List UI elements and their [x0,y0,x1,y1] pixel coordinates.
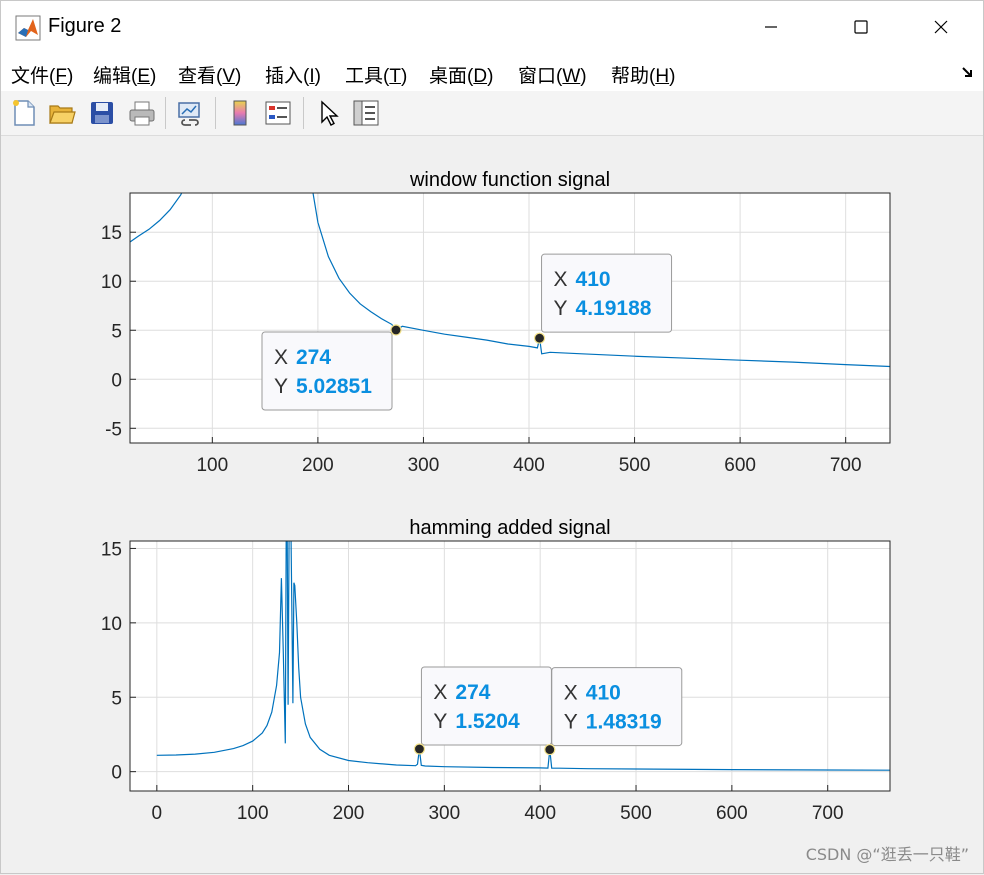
y-tick-label: 0 [111,370,122,391]
menu-view[interactable]: 查看(V) [178,61,241,88]
y-tick-label: 5 [111,321,122,342]
close-button[interactable] [921,11,961,43]
watermark-text: CSDN @“逛丢一只鞋” [805,845,969,864]
y-tick-label: 15 [101,223,122,244]
axes-window-function-signal[interactable]: window function signal 100 200 300 400 500 60… [101,137,891,476]
datatip-x-value: 410 [586,682,621,705]
datatip-y-label: Y [433,710,447,733]
save-icon[interactable] [87,98,117,128]
print-icon[interactable] [127,98,157,128]
link-plot-icon[interactable] [175,98,205,128]
datatip-marker[interactable] [413,743,426,755]
datatip-box[interactable] [551,667,683,747]
datatip-x-label: X [433,681,447,704]
y-tick-label: 15 [101,539,122,560]
x-tick-label: 100 [196,455,228,476]
x-tick-label: 500 [619,455,651,476]
x-tick-label: 300 [408,455,440,476]
dock-arrow-icon[interactable] [961,65,975,79]
datatip-x-value: 274 [455,681,490,704]
datatip-y-value: 1.5204 [455,710,520,733]
maximize-button[interactable] [841,11,881,43]
x-tick-label: 400 [513,455,545,476]
menu-bar: 文件(F) 编辑(E) 查看(V) 插入(I) 工具(T) 桌面(D) 窗口(W… [1,53,983,91]
datatip-box[interactable] [261,331,393,411]
menu-desktop[interactable]: 桌面(D) [429,61,493,88]
x-tick-label: 500 [620,803,652,824]
x-tick-label: 0 [152,803,163,824]
open-folder-icon[interactable] [47,98,77,128]
y-tick-label: 10 [101,614,122,635]
datatip-box[interactable] [541,253,673,333]
plot-title: hamming added signal [409,517,610,539]
property-inspector-icon[interactable] [351,98,381,128]
datatip-marker[interactable] [544,743,556,756]
y-tick-label: -5 [105,419,122,440]
x-tick-label: 100 [237,803,269,824]
datatip-x-label: X [274,346,288,369]
menu-insert[interactable]: 插入(I) [265,61,321,88]
pointer-arrow-icon[interactable] [313,98,343,128]
axes-hamming-added-signal[interactable]: hamming added signal 0 100 200 300 400 500 600… [101,517,891,824]
datatip-marker[interactable] [390,324,402,336]
datatip-x-label: X [564,682,578,705]
axes-background [130,541,890,791]
minimize-icon [765,26,777,28]
datatip-box[interactable] [420,666,552,746]
toolbar-separator [303,97,304,129]
datatips[interactable]: X 274 Y 1.5204 X 410 Y 1.48319 [413,666,683,756]
minimize-button[interactable] [751,11,791,43]
datatip-x-value: 410 [576,268,611,291]
datatip-marker[interactable] [533,332,546,344]
figure-toolbar [1,91,983,136]
datatip[interactable]: X 274 Y 5.02851 [261,324,402,411]
x-tick-label: 300 [428,803,460,824]
x-tick-label: 200 [333,803,365,824]
datatip-y-label: Y [564,711,578,734]
window-title: Figure 2 [48,15,122,37]
x-tick-label: 700 [812,803,844,824]
matlab-logo-icon [15,15,41,41]
close-icon [934,20,948,34]
datatip-y-value: 5.02851 [296,375,372,398]
x-tick-label: 600 [724,455,756,476]
new-figure-icon[interactable] [9,98,39,128]
datatip-y-value: 4.19188 [576,297,652,320]
menu-edit[interactable]: 编辑(E) [93,61,156,88]
datatip[interactable]: X 410 Y 1.48319 [544,667,683,756]
datatip-y-value: 1.48319 [586,711,662,734]
datatip[interactable]: X 410 Y 4.19188 [533,253,673,344]
datatip-x-value: 274 [296,346,331,369]
menu-file[interactable]: 文件(F) [11,61,73,88]
x-tick-label: 200 [302,455,334,476]
legend-icon[interactable] [263,98,293,128]
title-bar[interactable]: Figure 2 [1,1,983,53]
datatip-y-label: Y [554,297,568,320]
y-tick-label: 5 [111,688,122,709]
x-tick-label: 600 [716,803,748,824]
menu-window[interactable]: 窗口(W) [518,61,587,88]
datatip[interactable]: X 274 Y 1.5204 [413,666,552,755]
maximize-icon [854,20,868,34]
axes-background [130,193,890,443]
y-tick-label: 10 [101,272,122,293]
menu-help[interactable]: 帮助(H) [611,61,675,88]
plots-svg[interactable]: window function signal 100 200 300 400 500 60… [5,137,981,871]
toolbar-separator [165,97,166,129]
colorbar-icon[interactable] [225,98,255,128]
plot-title: window function signal [409,169,610,191]
datatip-x-label: X [554,268,568,291]
toolbar-separator [215,97,216,129]
x-tick-label: 700 [830,455,862,476]
y-tick-label: 0 [111,763,122,784]
x-tick-label: 400 [524,803,556,824]
figure-window: Figure 2 文件(F) 编辑(E) 查看(V) 插入(I) 工具(T) 桌… [0,0,984,874]
menu-tools[interactable]: 工具(T) [345,61,407,88]
figure-canvas[interactable]: window function signal 100 200 300 400 500 60… [5,137,981,871]
datatip-y-label: Y [274,375,288,398]
